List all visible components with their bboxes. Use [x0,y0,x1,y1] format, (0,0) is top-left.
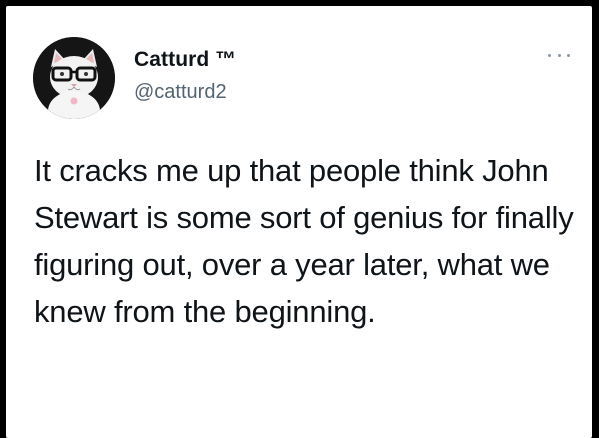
tweet-card: Catturd ™ @catturd2 It cracks me up that… [6,6,592,438]
author-display-name[interactable]: Catturd ™ [134,48,236,72]
more-dot [548,53,551,57]
author-handle[interactable]: @catturd2 [134,81,227,104]
tweet-text: It cracks me up that people think John S… [34,153,574,329]
author-avatar[interactable] [33,37,115,119]
cat-avatar-image [33,37,115,119]
more-dot [567,53,570,57]
more-horizontal-icon[interactable] [548,50,570,60]
more-dot [557,53,561,57]
